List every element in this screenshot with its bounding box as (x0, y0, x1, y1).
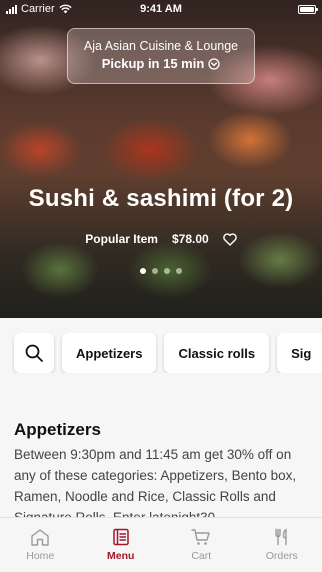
pickup-row: Pickup in 15 min (68, 56, 254, 71)
carousel-dot[interactable] (164, 268, 170, 274)
tab-bar: Home Menu Cart Orders (0, 517, 322, 572)
category-chip-bar[interactable]: Appetizers Classic rolls Sig (0, 333, 322, 373)
category-chip-signature-rolls[interactable]: Sig (277, 333, 322, 373)
tab-home-label: Home (26, 550, 55, 562)
carousel-dots[interactable] (0, 268, 322, 274)
featured-item-meta: Popular Item $78.00 (0, 232, 322, 246)
tab-menu-label: Menu (107, 550, 135, 562)
tab-menu[interactable]: Menu (81, 518, 162, 572)
home-icon (31, 529, 49, 546)
category-chip-appetizers[interactable]: Appetizers (62, 333, 157, 373)
menu-book-icon (113, 528, 129, 546)
carousel-dot[interactable] (152, 268, 158, 274)
tab-cart-label: Cart (191, 550, 212, 562)
category-chip-classic-rolls[interactable]: Classic rolls (164, 333, 270, 373)
store-pickup-selector[interactable]: Aja Asian Cuisine & Lounge Pickup in 15 … (67, 28, 255, 84)
app-screen: Carrier 9:41 AM Aja Asian Cuisine & Loun… (0, 0, 322, 572)
utensils-icon (275, 528, 287, 546)
tab-cart[interactable]: Cart (161, 518, 242, 572)
popular-badge: Popular Item (85, 232, 158, 246)
battery-icon (298, 5, 318, 14)
cart-icon (191, 529, 210, 545)
search-icon (25, 344, 43, 362)
pickup-time-label: Pickup in 15 min (101, 56, 205, 71)
section-title: Appetizers (14, 420, 101, 439)
chevron-down-circle-icon (208, 57, 220, 70)
carousel-dot[interactable] (140, 268, 146, 274)
carousel-dot[interactable] (176, 268, 182, 274)
store-name: Aja Asian Cuisine & Lounge (83, 39, 239, 53)
featured-item-price: $78.00 (171, 232, 209, 246)
featured-item-title[interactable]: Sushi & sashimi (for 2) (0, 185, 322, 213)
section-description: Between 9:30pm and 11:45 am get 30% off … (14, 447, 297, 525)
heart-icon[interactable] (222, 232, 237, 246)
status-time: 9:41 AM (140, 3, 182, 15)
tab-home[interactable]: Home (0, 518, 81, 572)
tab-orders-label: Orders (265, 550, 298, 562)
search-button[interactable] (14, 333, 54, 373)
tab-orders[interactable]: Orders (242, 518, 322, 572)
status-bar: Carrier 9:41 AM (0, 0, 322, 20)
